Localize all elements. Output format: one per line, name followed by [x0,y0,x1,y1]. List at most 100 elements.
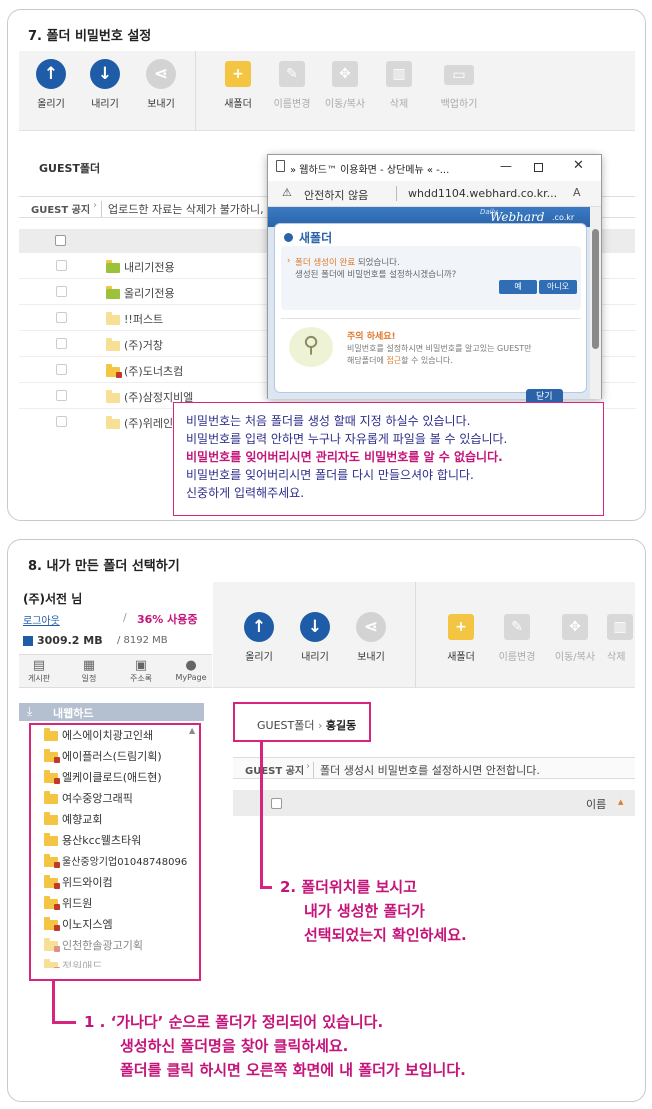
download-button[interactable]: ↓ 내리기 [75,59,135,110]
board-nav[interactable]: ▤ 게시판 [23,658,55,684]
caution-line2: 해당폴더에 접근할 수 있습니다. [347,356,453,365]
info-line4: 비밀번호를 잊어버리시면 폴더를 다시 만들으셔야 합니다. [186,468,474,482]
folder-icon [106,390,120,403]
row-checkbox[interactable] [56,286,67,297]
addressbook-nav[interactable]: ▣ 주소록 [125,658,157,684]
send-button[interactable]: ⋖ 보내기 [341,612,401,663]
notice-bar: GUEST 공지 › 폴더 생성시 비밀번호를 설정하시면 안전합니다. [233,757,635,779]
info-line1: 비밀번호는 처음 폴더를 생성 할때 지정 하실수 있습니다. [186,414,471,428]
dialog-box: 새폴더 › 폴더 생성이 완료 되었습니다. 생성된 폴더에 비밀번호를 설정하… [274,223,587,393]
warning-icon: ⚠ [282,186,292,199]
scrollbar-thumb[interactable] [592,229,599,349]
caution-line1: 비밀번호를 설정하시면 비밀번호를 알고있는 GUEST만 [347,344,532,353]
minimize-icon[interactable]: — [500,159,512,173]
new-folder-button[interactable]: + 새폴더 [208,59,268,110]
row-checkbox[interactable] [56,364,67,375]
backup-button[interactable]: ▭ 백업하기 [429,59,489,110]
pencil-icon: ✎ [279,61,305,87]
notice-label: GUEST 공지 [245,766,305,777]
move-copy-button[interactable]: ✥ 이동/복사 [545,612,605,663]
column-name-header[interactable]: 이름 [586,796,606,812]
info-line5: 신중하게 입력해주세요. [186,486,305,500]
download-folder-icon [106,260,120,273]
row-checkbox[interactable] [56,312,67,323]
page-icon [276,160,285,172]
drive-icon: ▭ [444,65,474,85]
arrow-up-icon: ↑ [244,612,274,642]
trash-icon: ▥ [607,614,633,640]
rename-button[interactable]: ✎ 이름변경 [262,59,322,110]
pencil-icon: ✎ [504,614,530,640]
breadcrumb-highlight-box [233,702,371,742]
row-checkbox[interactable] [56,338,67,349]
my-webhard-label: 내웹하드 [53,707,94,720]
rename-button[interactable]: ✎ 이름변경 [487,612,547,663]
notice-text: 폴더 생성시 비밀번호를 설정하시면 안전합니다. [313,762,540,778]
send-button[interactable]: ⋖ 보내기 [131,59,191,110]
row-name: (주)도너츠컴 [124,365,184,378]
notice-chevron-icon: › [93,200,97,211]
person-icon: ● [185,658,197,673]
address-divider [396,186,397,201]
row-checkbox[interactable] [56,390,67,401]
yes-button[interactable]: 예 [499,280,537,294]
download-button[interactable]: ↓ 내리기 [285,612,345,663]
section2-title: 8. 내가 만든 폴더 선택하기 [28,559,180,574]
upload-button[interactable]: ↑ 올리기 [229,612,289,663]
move-icon: ✥ [562,614,588,640]
folder-icon [106,338,120,351]
calendar-icon: ▦ [82,658,96,673]
sort-asc-icon[interactable]: ▲ [618,798,623,806]
delete-button[interactable]: ▥ 삭제 [369,59,429,110]
user-panel: (주)서전 님 로그아웃 / 36% 사용중 3009.2 MB / 8192 … [19,582,212,692]
select-all-checkbox[interactable] [271,798,282,809]
row-checkbox[interactable] [56,260,67,271]
move-copy-button[interactable]: ✥ 이동/복사 [315,59,375,110]
close-popup-button[interactable]: 닫기 [526,389,563,402]
callout2-text: 2. 폴더위치를 보시고 내가 생성한 폴더가 선택되었는지 확인하세요. [280,875,467,947]
callout2-line-vertical [260,742,263,888]
upload-folder-icon [106,286,120,299]
callout1-line2: 생성하신 폴더명을 찾아 클릭하세요. [120,1037,349,1055]
usage-separator: / [123,611,127,624]
url-text[interactable]: whdd1104.webhard.co.kr... [408,187,557,200]
select-all-checkbox[interactable] [55,235,66,246]
notice-chevron-icon: › [306,761,310,772]
dialog-bullet-icon [284,233,293,242]
row-checkbox[interactable] [56,416,67,427]
row-name: 올리기전용 [124,287,175,300]
schedule-nav[interactable]: ▦ 일정 [73,658,105,684]
callout1-line-horizontal [52,1021,76,1024]
close-icon[interactable]: ✕ [573,158,584,173]
info-line3: 비밀번호를 잊어버리시면 관리자도 비밀번호를 알 수 없습니다. [186,450,503,464]
section1-title: 7. 폴더 비밀번호 설정 [28,29,152,44]
section1-toolbar: ↑ 올리기 ↓ 내리기 ⋖ 보내기 + 새폴더 ✎ 이름변경 ✥ 이동/복사 ▥… [19,51,635,131]
password-info-box: 비밀번호는 처음 폴더를 생성 할때 지정 하실수 있습니다. 비밀번호를 입력… [173,402,604,516]
share-icon: ⋖ [146,59,176,89]
row-name: 내리기전용 [124,261,175,274]
list-header: 이름 ▲ [233,790,635,816]
no-button[interactable]: 아니오 [539,280,577,294]
dialog-title: 새폴더 [299,231,333,245]
popup-content: Daily Webhard .co.kr 새폴더 › 폴더 생성이 완료 되었습… [268,207,601,402]
new-folder-button[interactable]: + 새폴더 [431,612,491,663]
callout1-line-vertical [52,981,55,1023]
board-icon: ▤ [32,658,46,673]
popup-addressbar: ⚠ 안전하지 않음 whdd1104.webhard.co.kr... A [268,181,601,207]
brand-domain: .co.kr [552,213,575,222]
storage-total: / 8192 MB [117,635,168,646]
download-tray-icon: ⤓ [27,704,33,718]
logout-link[interactable]: 로그아웃 [23,612,60,627]
read-aloud-icon[interactable]: A [573,186,581,199]
security-text: 안전하지 않음 [304,189,369,202]
callout2-line-horizontal [260,886,272,889]
row-name: !!퍼스트 [124,313,164,326]
usage-percent: 36% 사용중 [137,613,198,626]
delete-button[interactable]: ▥ 삭제 [603,612,635,663]
my-webhard-header[interactable]: ⤓ 내웹하드 [19,703,204,721]
upload-button[interactable]: ↑ 올리기 [21,59,81,110]
folder-icon [106,312,120,325]
arrow-up-icon: ↑ [36,59,66,89]
maximize-icon[interactable] [534,163,543,172]
mypage-nav[interactable]: ● MyPage [173,658,209,682]
